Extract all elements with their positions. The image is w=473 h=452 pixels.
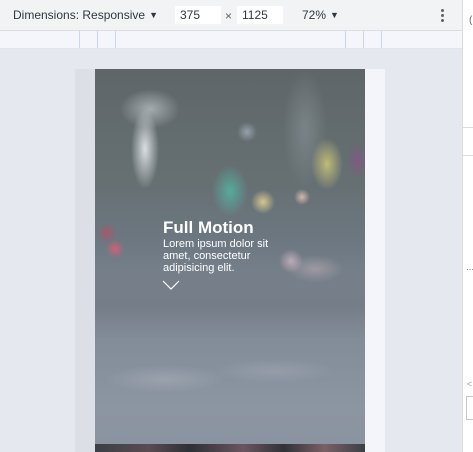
caret-down-icon: ▼ — [149, 10, 158, 20]
panel-divider — [463, 155, 473, 156]
caret-down-icon: ▼ — [330, 10, 339, 20]
next-section-image — [95, 444, 365, 452]
device-frame-left[interactable] — [75, 69, 95, 452]
ruler-tick — [345, 31, 346, 48]
times-symbol: × — [225, 9, 233, 23]
height-input[interactable] — [237, 6, 283, 24]
panel-edge-text: ( — [469, 15, 473, 26]
hero-description: Lorem ipsum dolor sit amet, consectetur … — [163, 238, 269, 274]
dimensions-label: Dimensions: Responsive — [13, 8, 146, 22]
width-input[interactable] — [175, 6, 221, 24]
panel-divider — [463, 127, 473, 128]
page-viewport[interactable]: Full Motion Lorem ipsum dolor sit amet, … — [95, 69, 365, 452]
ruler-tick — [97, 31, 98, 48]
ruler-tick — [115, 31, 116, 48]
ruler-tick — [79, 31, 80, 48]
zoom-label: 72% — [302, 8, 327, 22]
ruler-tick — [363, 31, 364, 48]
more-vertical-icon[interactable] — [436, 6, 448, 24]
panel-input-edge[interactable] — [466, 396, 473, 420]
device-frame-right[interactable] — [365, 69, 385, 452]
hero-background-street — [95, 269, 365, 339]
chevron-down-icon[interactable] — [162, 279, 180, 291]
device-toolbar: Dimensions: Responsive ▼ × 72% ▼ — [0, 0, 462, 31]
ruler-tick — [381, 31, 382, 48]
hero-title: Full Motion — [163, 218, 254, 237]
dimensions-select[interactable]: Dimensions: Responsive ▼ — [13, 8, 158, 22]
zoom-select[interactable]: 72% ▼ — [302, 8, 339, 22]
media-query-ruler[interactable] — [0, 31, 462, 49]
resizer-handle-icon[interactable]: ⋯ — [466, 265, 473, 274]
collapse-arrow-icon[interactable]: < — [467, 379, 472, 389]
